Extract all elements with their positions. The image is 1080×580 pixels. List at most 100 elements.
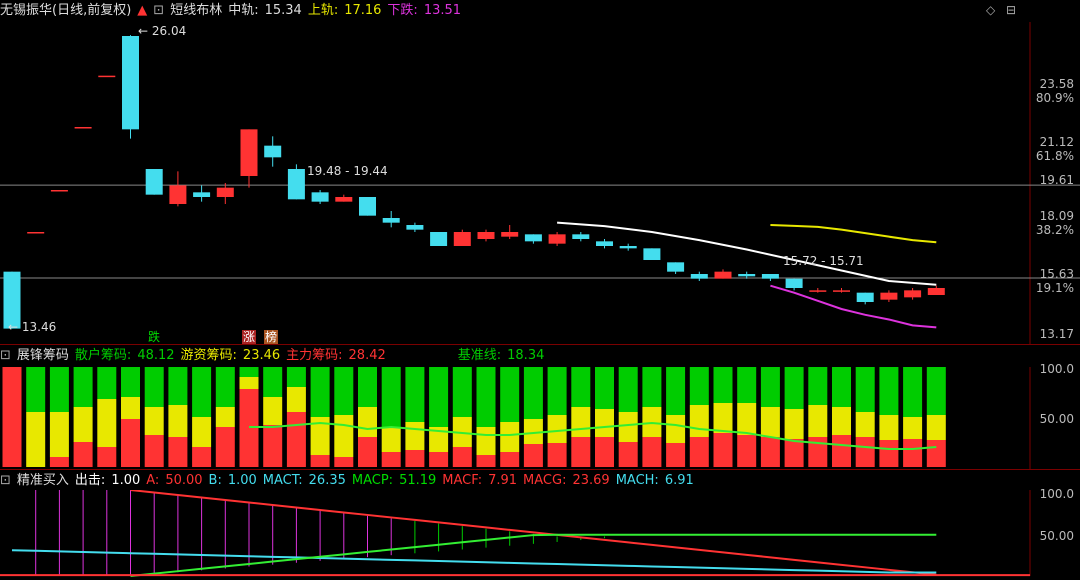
chip-tick: 100.0 [1039,362,1074,376]
chip-chart[interactable] [0,367,1080,469]
tag-list[interactable]: 榜 [264,330,279,344]
chip-indicator-name[interactable]: 展锋筹码 [17,345,69,367]
retail-bar [358,367,377,407]
a-label: A: [146,473,160,488]
main-force-bar [571,437,591,467]
hot-bar [547,415,567,443]
retail-bar [737,367,757,403]
retail-bar [215,367,235,407]
main-force-bar [2,367,22,467]
boll-upper-line [770,224,937,244]
price-tick: 19.1% [1035,281,1074,295]
main-force-bar [192,447,212,467]
main-force-bar [429,452,449,467]
hot-bar [855,412,875,437]
mach-label: MACH: [615,473,659,488]
candle-body [572,234,590,239]
chip-panel-header: ⊡ 展锋筹码 散户筹码: 48.12 游资筹码: 23.46 主力筹码: 28.42 … [0,345,544,367]
macd-chart[interactable] [0,490,1080,578]
hot-bar [713,403,733,433]
baseline-value: 18.34 [507,348,545,363]
candle-body [761,274,779,279]
hot-bar [286,387,306,412]
tag-rise[interactable]: 涨 [242,330,257,344]
retail-bar [476,367,496,427]
main-force-bar [642,437,662,467]
panel-menu-icon[interactable]: ⊡ [0,345,11,367]
main-force-bar [310,455,330,467]
retail-bar [808,367,828,405]
indicator-name[interactable]: 短线布林 [170,0,222,22]
retail-bar [263,367,283,397]
retail-bar [73,367,93,407]
retail-bar [381,367,401,427]
candle-body [548,234,566,244]
macg-value: 23.69 [572,473,610,488]
main-force-bar [523,444,543,467]
range-label-2: 15.72 - 15.71 [783,254,864,268]
main-force-bar [452,447,472,467]
retail-bar [926,367,946,415]
panel-close-icon[interactable]: ⊟ [1006,3,1016,17]
candle-body [240,129,258,176]
main-force-bar [666,443,686,467]
main-force-bar [879,440,899,467]
hot-bar [618,412,638,442]
retail-bar [192,367,212,417]
retail-bar [144,367,164,407]
retail-bar [618,367,638,412]
main-force-bar [49,457,69,467]
candle-body [477,232,495,239]
main-force-bar [215,427,235,467]
panel-menu-icon[interactable]: ⊡ [0,470,11,492]
candle-body [856,292,874,302]
retail-label: 散户筹码: [74,348,132,363]
main-force-bar [476,455,496,467]
hot-bar [239,377,259,389]
candle-body [453,232,471,246]
baseline-label: 基准线: [457,348,502,363]
retail-bar [571,367,591,407]
retail-value: 48.12 [137,348,175,363]
hot-bar [879,415,899,440]
hot-value: 23.46 [242,348,281,363]
retail-bar [452,367,472,417]
hot-bar [334,415,354,457]
main-force-bar [595,437,614,467]
macf-label: MACF: [442,473,483,488]
retail-bar [523,367,543,419]
candle-body [122,36,139,130]
macg-label: MACG: [523,473,567,488]
retail-bar [760,367,780,407]
retail-bar [500,367,520,422]
retail-bar [713,367,733,403]
hot-bar [168,405,188,437]
candle-body [714,271,732,279]
diamond-icon[interactable]: ◇ [986,3,995,17]
panel-menu-icon[interactable]: ⊡ [153,0,164,22]
price-tick: 13.17 [1039,327,1074,341]
candle-body [524,234,542,242]
candle-body [809,290,827,292]
main-force-bar [73,442,93,467]
hot-bar [666,415,686,443]
retail-bar [689,367,709,405]
mid-band-label: 中轨: [228,3,259,18]
hot-bar [405,422,425,450]
tag-fall[interactable]: 跌 [147,330,161,344]
hot-bar [26,412,46,467]
main-force-bar [358,437,377,467]
retail-bar [595,367,614,409]
retail-bar [429,367,449,427]
retail-bar [97,367,117,399]
mact-value: 26.35 [308,473,346,488]
hot-bar [832,407,851,435]
price-chart[interactable] [0,22,1080,344]
main-force-label: 主力筹码: [286,348,343,363]
main-force-bar [689,437,709,467]
out-label: 出击: [74,473,106,488]
stock-title[interactable]: 无锡振华(日线,前复权) [0,0,131,22]
retail-bar [666,367,686,415]
macd-indicator-name[interactable]: 精准买入 [17,470,69,492]
candle-body [145,169,163,195]
